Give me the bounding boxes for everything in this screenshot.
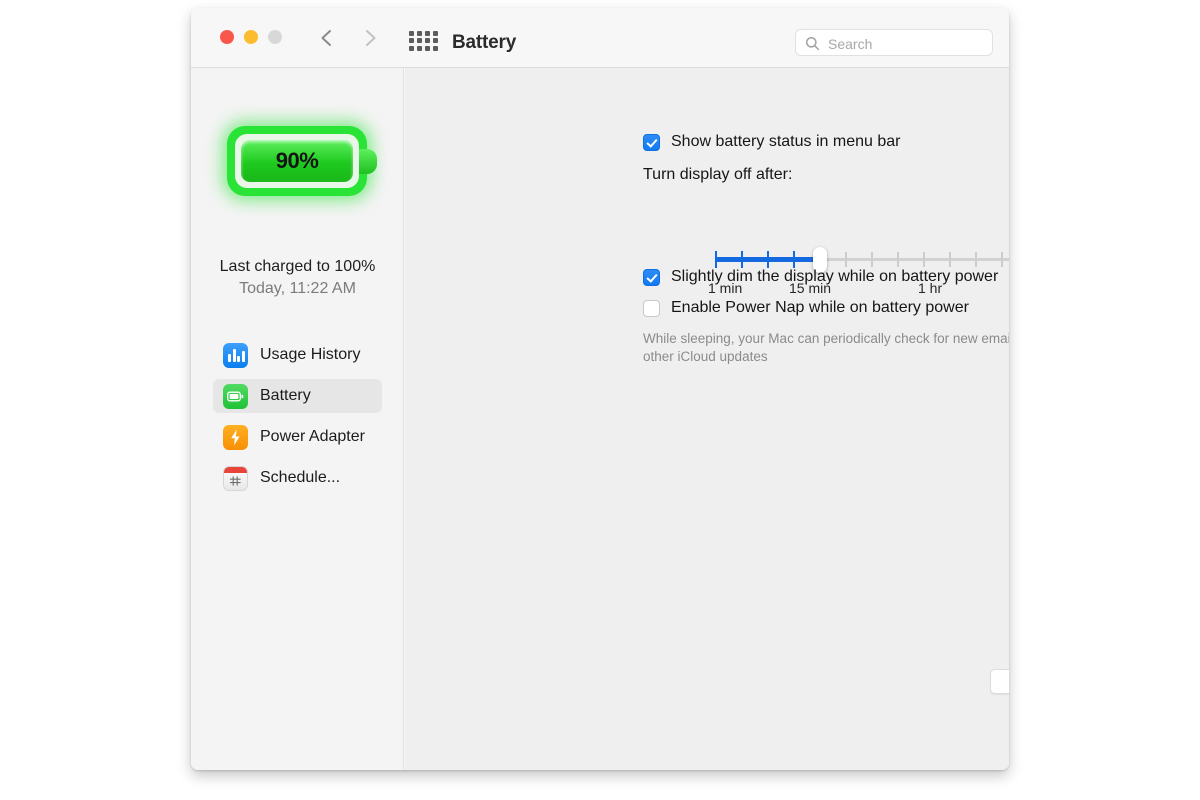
system-preferences-window: Battery 90% Last charged to 100% Today, …	[191, 8, 1009, 770]
slightly-dim-row[interactable]: Slightly dim the display while on batter…	[643, 268, 998, 286]
content-pane: Show battery status in menu bar Turn dis…	[405, 68, 1009, 770]
display-sleep-slider[interactable]	[715, 247, 1009, 273]
sidebar-item-schedule[interactable]: Schedule...	[213, 461, 382, 495]
sidebar-item-label: Schedule...	[260, 469, 341, 486]
power-nap-help-text: While sleeping, your Mac can periodicall…	[643, 331, 1009, 364]
search-input[interactable]	[826, 30, 990, 57]
close-button[interactable]	[220, 30, 234, 44]
battery-icon	[223, 383, 248, 409]
chevron-right-icon	[366, 30, 376, 46]
chart-bar-icon	[223, 342, 248, 368]
sidebar-item-label: Usage History	[260, 346, 361, 363]
power-nap-label: Enable Power Nap while on battery power	[671, 299, 969, 316]
calendar-icon	[223, 465, 248, 491]
battery-terminal	[357, 149, 377, 174]
last-charged-title: Last charged to 100%	[219, 258, 376, 275]
slider-tick	[897, 252, 899, 267]
sidebar-item-battery[interactable]: Battery	[213, 379, 382, 413]
sidebar-item-label: Power Adapter	[260, 428, 365, 445]
page-title: Battery	[452, 32, 517, 53]
slider-tick	[923, 252, 925, 267]
battery-percent-label: 90%	[275, 148, 319, 173]
slider-tick	[845, 252, 847, 267]
show-battery-status-row[interactable]: Show battery status in menu bar	[643, 133, 900, 151]
last-charged-info: Last charged to 100% Today, 11:22 AM	[191, 258, 404, 298]
slider-tick	[715, 251, 717, 268]
slider-tick	[741, 251, 743, 268]
last-charged-time: Today, 11:22 AM	[239, 280, 356, 297]
sidebar-item-usage-history[interactable]: Usage History	[213, 338, 382, 372]
slider-tick	[767, 251, 769, 268]
sidebar-item-power-adapter[interactable]: Power Adapter	[213, 420, 382, 454]
turn-display-off-label: Turn display off after:	[643, 166, 793, 183]
show-all-preferences-icon[interactable]	[407, 30, 439, 52]
slider-tick	[871, 252, 873, 267]
bolt-icon	[223, 424, 248, 450]
restore-defaults-button[interactable]: Restore Defaults	[990, 669, 1009, 694]
battery-status-icon: 90%	[191, 116, 404, 208]
sidebar: 90% Last charged to 100% Today, 11:22 AM…	[191, 68, 404, 770]
power-nap-checkbox[interactable]	[643, 300, 660, 317]
minimize-button[interactable]	[244, 30, 258, 44]
search-icon	[805, 36, 820, 51]
power-nap-row[interactable]: Enable Power Nap while on battery power	[643, 299, 969, 317]
slider-tick	[793, 251, 795, 268]
show-battery-status-label: Show battery status in menu bar	[671, 133, 901, 150]
slider-tick	[949, 252, 951, 267]
zoom-button[interactable]	[268, 30, 282, 44]
forward-button[interactable]	[357, 24, 383, 52]
battery-fill: 90%	[241, 140, 353, 182]
show-battery-status-checkbox[interactable]	[643, 134, 660, 151]
slightly-dim-checkbox[interactable]	[643, 269, 660, 286]
sidebar-item-label: Battery	[260, 387, 311, 404]
slider-tick	[1001, 252, 1003, 267]
back-button[interactable]	[314, 24, 340, 52]
search-field[interactable]	[795, 29, 993, 57]
chevron-left-icon	[321, 30, 331, 46]
slightly-dim-label: Slightly dim the display while on batter…	[671, 268, 999, 285]
slider-tick	[975, 252, 977, 267]
sidebar-list: Usage History Battery Power Adapter Sche…	[191, 338, 404, 502]
window-titlebar: Battery	[191, 8, 1009, 68]
